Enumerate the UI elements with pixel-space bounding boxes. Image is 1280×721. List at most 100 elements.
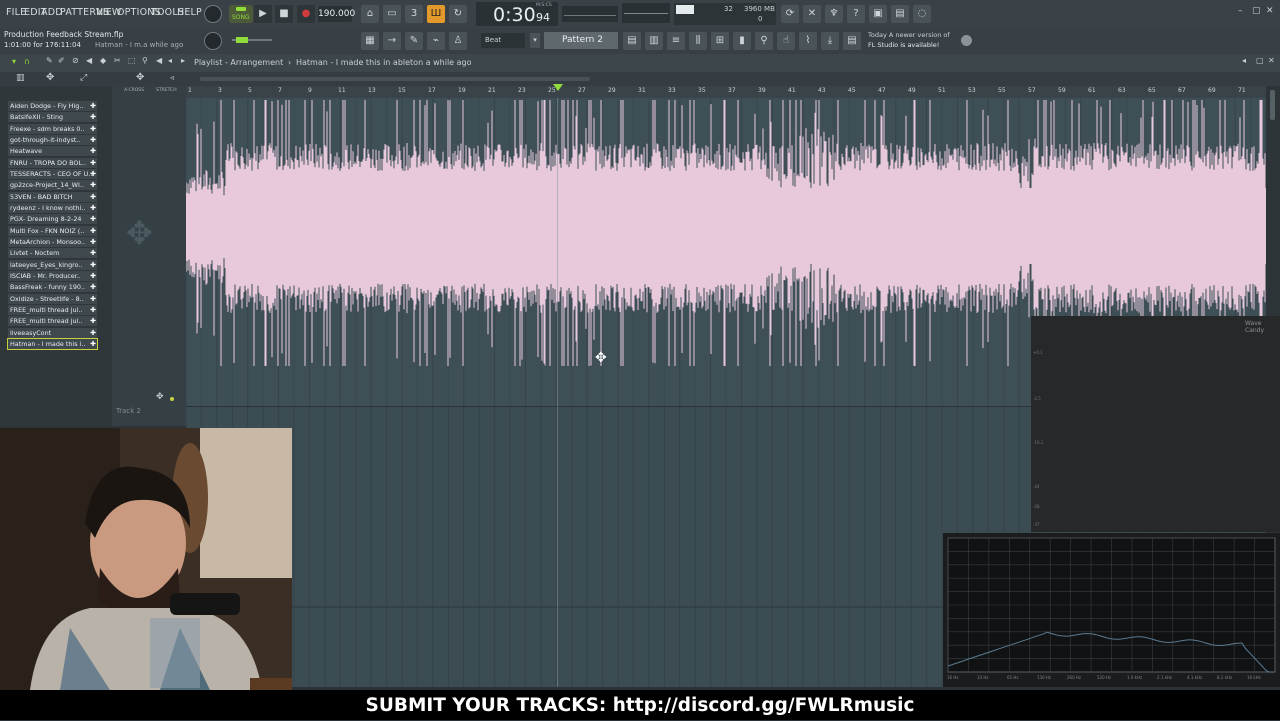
metronome-button[interactable]: ⌂ bbox=[361, 5, 379, 23]
slip-tool-icon[interactable]: ◆ bbox=[100, 56, 106, 65]
touch-button[interactable]: ☝ bbox=[777, 32, 795, 50]
list-item[interactable]: FREE_multi thread jul.. ✚ bbox=[8, 316, 97, 326]
list-item[interactable]: Freexe - sdm breaks 0.. ✚ bbox=[8, 124, 97, 134]
list-item[interactable]: BatsifeXII - Sting ✚ bbox=[8, 112, 97, 122]
chat-button[interactable]: ◌ bbox=[913, 5, 931, 23]
song-mode-toggle[interactable]: SONG bbox=[229, 5, 253, 23]
typing-keyboard-button[interactable]: Ш bbox=[427, 5, 445, 23]
track-move-icon[interactable]: ✥ bbox=[156, 392, 164, 402]
browser-button[interactable]: ⊞ bbox=[711, 32, 729, 50]
step-left-icon[interactable]: ◂ bbox=[168, 56, 172, 65]
add-track-icon[interactable]: ✥ bbox=[46, 72, 54, 83]
list-item[interactable]: Aiden Dodge - Fly Hig.. ✚ bbox=[8, 101, 97, 111]
cpu-button[interactable]: ⟳ bbox=[781, 5, 799, 23]
zoom-tool-icon[interactable]: ⚲ bbox=[142, 56, 148, 65]
list-item[interactable]: MetaArchion - Monsoo.. ✚ bbox=[8, 237, 97, 247]
pattern-picker-icon[interactable]: ▥ bbox=[16, 73, 25, 83]
plugin-picker-button[interactable]: ⚲ bbox=[755, 32, 773, 50]
loop-record-button[interactable]: ↻ bbox=[449, 5, 467, 23]
playlist-menu-icon[interactable]: ▾ bbox=[12, 57, 16, 66]
list-item[interactable]: PGX- Dreaming 8-2-24 ✚ bbox=[8, 214, 97, 224]
brush-tool-icon[interactable]: ✐ bbox=[58, 56, 65, 65]
channel-rack-button[interactable]: ▥ bbox=[645, 32, 663, 50]
close-icon[interactable]: ✕ bbox=[1266, 6, 1274, 16]
playlist-menu-dropdown-icon[interactable]: ◂ bbox=[1242, 56, 1246, 65]
playlist-maximize-icon[interactable]: ▢ bbox=[1256, 56, 1264, 65]
list-item[interactable]: 53VEN - BAD BITCH ✚ bbox=[8, 192, 97, 202]
select-tool-icon[interactable]: ⬚ bbox=[128, 56, 136, 65]
countdown-button[interactable]: 3 bbox=[405, 5, 423, 23]
mixer-view-button[interactable]: ≡ bbox=[667, 32, 685, 50]
list-item[interactable]: ISCIAB - Mr. Producer.. ✚ bbox=[8, 271, 97, 281]
playhead-marker[interactable] bbox=[553, 84, 563, 91]
piano-roll-button[interactable]: ▦ bbox=[361, 32, 379, 50]
snap-dropdown-icon[interactable]: ▾ bbox=[530, 33, 540, 48]
audio-clip-icon[interactable]: ⤢ bbox=[80, 73, 87, 83]
wait-input-button[interactable]: ▭ bbox=[383, 5, 401, 23]
save-button[interactable]: ▣ bbox=[869, 5, 887, 23]
download-button[interactable]: ⤓ bbox=[821, 32, 839, 50]
master-volume-slider[interactable] bbox=[562, 6, 618, 22]
list-item[interactable]: FNRU - TROPA DO BOL.. ✚ bbox=[8, 158, 97, 168]
master-pitch-knob[interactable] bbox=[204, 5, 222, 23]
list-item[interactable]: BassFreak - funny 190.. ✚ bbox=[8, 282, 97, 292]
globe-icon[interactable] bbox=[961, 35, 972, 46]
mute-tool-icon[interactable]: ◀ bbox=[86, 56, 92, 65]
time-display[interactable]: 0:30 94 M:S:CS bbox=[476, 2, 558, 26]
list-item[interactable]: Livtet - Noctem ✚ bbox=[8, 248, 97, 258]
help-button[interactable]: ? bbox=[847, 5, 865, 23]
minimize-icon[interactable]: – bbox=[1238, 6, 1243, 16]
piano-view-button[interactable]: ⫼ bbox=[689, 32, 707, 50]
plugin-db-button[interactable]: ▮ bbox=[733, 32, 751, 50]
record-button[interactable]: ● bbox=[297, 5, 315, 23]
stamp-button[interactable]: ♙ bbox=[449, 32, 467, 50]
list-item[interactable]: Heatwave ✚ bbox=[8, 146, 97, 156]
horizontal-scrollbar[interactable] bbox=[200, 77, 590, 81]
list-item[interactable]: gp2zce-Project_14_WI.. ✚ bbox=[8, 180, 97, 190]
mixer-button[interactable]: ▤ bbox=[891, 5, 909, 23]
song-mode-label: SONG bbox=[232, 14, 250, 21]
link-button[interactable]: ⌁ bbox=[427, 32, 445, 50]
playlist-button[interactable]: ▤ bbox=[623, 32, 641, 50]
list-item-selected[interactable]: Hatman - I made this i.. ✚ bbox=[7, 338, 98, 350]
ruler-tick-label: 69 bbox=[1208, 87, 1216, 94]
list-item[interactable]: lateeyes_Eyes_kingro.. ✚ bbox=[8, 260, 97, 270]
tempo-display[interactable]: 190.000 bbox=[318, 6, 355, 22]
stop-button[interactable]: ■ bbox=[275, 5, 293, 23]
playlist-scroll-left-icon[interactable]: ◃ bbox=[170, 73, 174, 82]
notes-button[interactable]: ▤ bbox=[843, 32, 861, 50]
slice-tool-icon[interactable]: ✂ bbox=[114, 56, 121, 65]
list-item[interactable]: got-through-it-indyst.. ✚ bbox=[8, 135, 97, 145]
list-item[interactable]: liveeasyCont ✚ bbox=[8, 328, 97, 338]
playlist-close-icon[interactable]: ✕ bbox=[1268, 56, 1275, 65]
plus-icon: ✚ bbox=[90, 215, 96, 223]
step-right-icon[interactable]: ▸ bbox=[181, 56, 185, 65]
notes-icon: ▤ bbox=[847, 35, 857, 46]
track-enable-led[interactable] bbox=[170, 397, 174, 401]
list-item[interactable]: FREE_multi thread jul.. ✚ bbox=[8, 305, 97, 315]
pattern-selector[interactable]: Pattern 2 bbox=[544, 32, 618, 49]
magnet-icon[interactable]: ∩ bbox=[24, 57, 30, 66]
pencil-tool-icon[interactable]: ✎ bbox=[46, 56, 53, 65]
snap-selector[interactable]: Beat bbox=[481, 33, 525, 48]
draw-button[interactable]: ✎ bbox=[405, 32, 423, 50]
menu-help[interactable]: HELP bbox=[177, 7, 202, 18]
recording-button[interactable]: ♆ bbox=[825, 5, 843, 23]
delete-tool-icon[interactable]: ⊘ bbox=[72, 56, 79, 65]
move-track-icon[interactable]: ✥ bbox=[136, 72, 144, 83]
ruler-tick-label: 21 bbox=[488, 87, 496, 94]
master-volume-knob[interactable] bbox=[204, 32, 222, 50]
tools-button[interactable]: ✕ bbox=[803, 5, 821, 23]
db-label: -24 bbox=[1033, 484, 1040, 489]
list-item[interactable]: rydeenz - I know nothi.. ✚ bbox=[8, 203, 97, 213]
playback-tool-icon[interactable]: ◀ bbox=[156, 56, 162, 65]
edison-button[interactable]: ⌇ bbox=[799, 32, 817, 50]
arrow-button[interactable]: → bbox=[383, 32, 401, 50]
list-item[interactable]: Multi Fox - FKN NOIZ (.. ✚ bbox=[8, 226, 97, 236]
vertical-scrollbar-thumb[interactable] bbox=[1270, 90, 1275, 120]
list-item[interactable]: TESSERACTS - CEO OF U.. ✚ bbox=[8, 169, 97, 179]
list-item[interactable]: Oxidize - Streetlife - 8.. ✚ bbox=[8, 294, 97, 304]
pitch-slider[interactable] bbox=[232, 37, 272, 43]
play-button[interactable]: ▶ bbox=[254, 5, 272, 23]
maximize-icon[interactable]: ▢ bbox=[1252, 6, 1261, 16]
